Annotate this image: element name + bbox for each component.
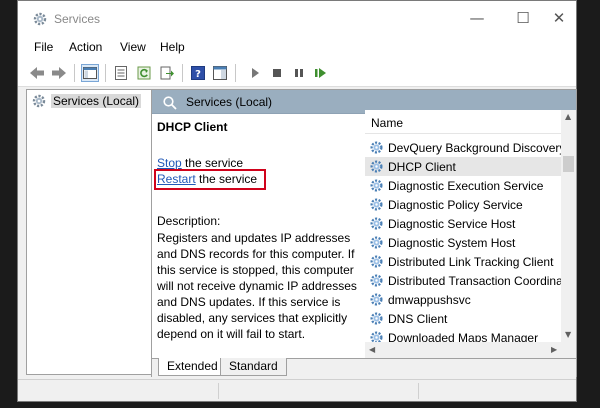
console-tree-pane: Services (Local)	[26, 89, 152, 375]
list-item-label: Diagnostic Execution Service	[388, 178, 544, 193]
service-gear-icon	[370, 141, 383, 154]
maximize-button[interactable]: ☐	[508, 7, 538, 29]
status-divider	[218, 383, 219, 399]
stop-line: Stop the service	[157, 156, 243, 170]
pane-header-title: Services (Local)	[186, 95, 273, 109]
export-list-icon[interactable]	[158, 64, 176, 82]
list-item[interactable]: Distributed Transaction Coordina	[369, 271, 561, 290]
list-item[interactable]: Diagnostic System Host	[369, 233, 515, 252]
view-tabs: Extended Standard	[152, 358, 576, 378]
services-window: Services — ☐ ✕ File Action View Help ? S…	[17, 0, 577, 402]
list-item[interactable]: Diagnostic Execution Service	[369, 176, 543, 195]
tree-item-services-local[interactable]: Services (Local)	[31, 92, 142, 110]
list-item-label: Diagnostic Policy Service	[388, 197, 523, 212]
vertical-scroll-thumb[interactable]	[563, 156, 574, 172]
stop-link[interactable]: Stop	[157, 156, 182, 170]
horizontal-scrollbar[interactable]: ◀ ▶	[365, 342, 576, 358]
start-service-icon[interactable]	[246, 64, 264, 82]
menu-file[interactable]: File	[34, 40, 53, 54]
help-icon[interactable]: ?	[189, 64, 207, 82]
list-item[interactable]: Diagnostic Service Host	[369, 214, 515, 233]
refresh-icon[interactable]	[135, 64, 153, 82]
search-icon	[163, 96, 177, 110]
services-list: Name DevQuery Background Discovery DHCP …	[365, 110, 576, 358]
menu-view[interactable]: View	[120, 40, 146, 54]
toolbar-separator	[74, 64, 75, 82]
service-gear-icon	[370, 179, 383, 192]
show-hide-action-pane-icon[interactable]	[211, 64, 229, 82]
restart-highlight-box	[154, 169, 266, 190]
console-tree-icon[interactable]	[81, 64, 99, 82]
list-item-label: DevQuery Background Discovery	[388, 140, 561, 155]
list-item-label: Downloaded Maps Manager	[388, 330, 539, 343]
list-item-label: Distributed Transaction Coordina	[388, 273, 561, 288]
service-gear-icon	[370, 331, 383, 342]
list-item-selected[interactable]: DHCP Client	[365, 157, 561, 176]
toolbar: ?	[18, 59, 576, 87]
menu-help[interactable]: Help	[160, 40, 185, 54]
list-item[interactable]: DevQuery Background Discovery	[369, 138, 561, 157]
window-title: Services	[54, 12, 101, 26]
description-label: Description:	[157, 214, 221, 228]
list-item[interactable]: Diagnostic Policy Service	[369, 195, 523, 214]
list-item-label: Diagnostic Service Host	[388, 216, 516, 231]
list-item-label: DHCP Client	[388, 159, 456, 174]
close-button[interactable]: ✕	[544, 7, 574, 29]
service-gear-icon	[370, 198, 383, 211]
services-gear-icon	[33, 12, 47, 26]
service-gear-icon	[370, 160, 383, 173]
service-gear-icon	[370, 293, 383, 306]
services-gear-icon	[32, 94, 46, 108]
list-item-label: dmwappushsvc	[388, 292, 471, 307]
service-description-panel: DHCP Client Stop the service Restart the…	[152, 114, 364, 358]
scroll-up-arrow-icon[interactable]: ▲	[565, 112, 571, 121]
menu-bar: File Action View Help	[18, 35, 576, 59]
title-bar: Services — ☐ ✕	[18, 1, 576, 35]
toolbar-separator	[105, 64, 106, 82]
menu-action[interactable]: Action	[69, 40, 102, 54]
vertical-scrollbar[interactable]: ▲ ▼	[561, 110, 576, 342]
svg-text:?: ?	[195, 69, 201, 80]
list-item-label: Distributed Link Tracking Client	[388, 254, 554, 269]
details-pane: Services (Local) DHCP Client Stop the se…	[151, 89, 577, 378]
pause-service-icon[interactable]	[290, 64, 308, 82]
tree-item-label: Services (Local)	[51, 94, 142, 108]
description-text: Registers and updates IP addresses and D…	[157, 231, 357, 341]
properties-icon[interactable]	[112, 64, 130, 82]
forward-arrow-icon[interactable]	[50, 64, 68, 82]
tab-extended[interactable]: Extended	[158, 358, 227, 376]
list-item[interactable]: Distributed Link Tracking Client	[369, 252, 553, 271]
toolbar-separator	[182, 64, 183, 82]
scroll-left-arrow-icon[interactable]: ◀	[369, 345, 375, 354]
service-gear-icon	[370, 312, 383, 325]
services-rows: DevQuery Background Discovery DHCP Clien…	[365, 136, 561, 342]
restart-service-icon[interactable]	[312, 64, 330, 82]
list-item-label: Diagnostic System Host	[388, 235, 516, 250]
selected-service-name: DHCP Client	[157, 120, 228, 134]
tab-standard[interactable]: Standard	[220, 358, 287, 376]
stop-service-icon[interactable]	[268, 64, 286, 82]
list-item-label: DNS Client	[388, 311, 448, 326]
service-gear-icon	[370, 236, 383, 249]
back-arrow-icon[interactable]	[28, 64, 46, 82]
service-gear-icon	[370, 274, 383, 287]
list-item[interactable]: Downloaded Maps Manager	[369, 328, 538, 342]
service-gear-icon	[370, 217, 383, 230]
list-item[interactable]: dmwappushsvc	[369, 290, 471, 309]
minimize-button[interactable]: —	[462, 7, 492, 29]
stop-suffix: the service	[181, 156, 244, 170]
scroll-right-arrow-icon[interactable]: ▶	[551, 345, 557, 354]
column-header-name[interactable]: Name	[365, 110, 561, 134]
service-gear-icon	[370, 255, 383, 268]
list-item[interactable]: DNS Client	[369, 309, 447, 328]
toolbar-separator	[235, 64, 236, 82]
column-header-label: Name	[371, 116, 404, 130]
scroll-down-arrow-icon[interactable]: ▼	[565, 330, 571, 339]
status-bar	[18, 379, 576, 401]
status-divider	[418, 383, 419, 399]
